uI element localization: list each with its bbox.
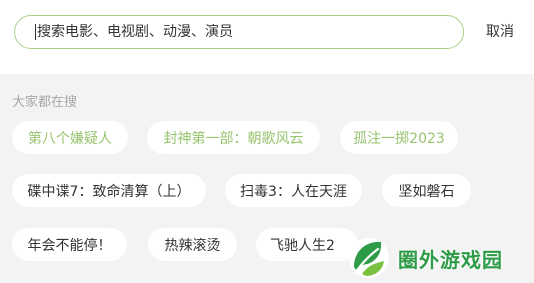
hot-search-chip[interactable]: 热辣滚烫 bbox=[148, 228, 237, 261]
cancel-button[interactable]: 取消 bbox=[486, 22, 514, 42]
hot-search-chip[interactable]: 第八个嫌疑人 bbox=[12, 121, 128, 154]
hot-search-chip[interactable]: 坚如磐石 bbox=[382, 174, 471, 207]
leaf-logo-icon bbox=[349, 238, 389, 278]
hot-search-chip[interactable]: 飞驰人生2 bbox=[256, 228, 358, 261]
hot-search-chip[interactable]: 扫毒3：人在天涯 bbox=[225, 174, 362, 207]
search-box[interactable] bbox=[14, 15, 464, 49]
text-caret bbox=[35, 24, 36, 40]
hot-search-chip[interactable]: 孤注一掷2023 bbox=[340, 121, 458, 154]
watermark-text: 圈外游戏园 bbox=[398, 247, 503, 272]
hot-search-title: 大家都在搜 bbox=[12, 95, 78, 110]
hot-search-chip[interactable]: 碟中谍7：致命清算（上） bbox=[12, 174, 206, 207]
watermark: 圈外游戏园 bbox=[348, 236, 534, 280]
hot-search-chip[interactable]: 年会不能停！ bbox=[12, 228, 127, 261]
search-header: 取消 bbox=[0, 0, 534, 74]
search-input[interactable] bbox=[37, 24, 437, 40]
hot-search-chip[interactable]: 封神第一部：朝歌风云 bbox=[147, 121, 320, 154]
